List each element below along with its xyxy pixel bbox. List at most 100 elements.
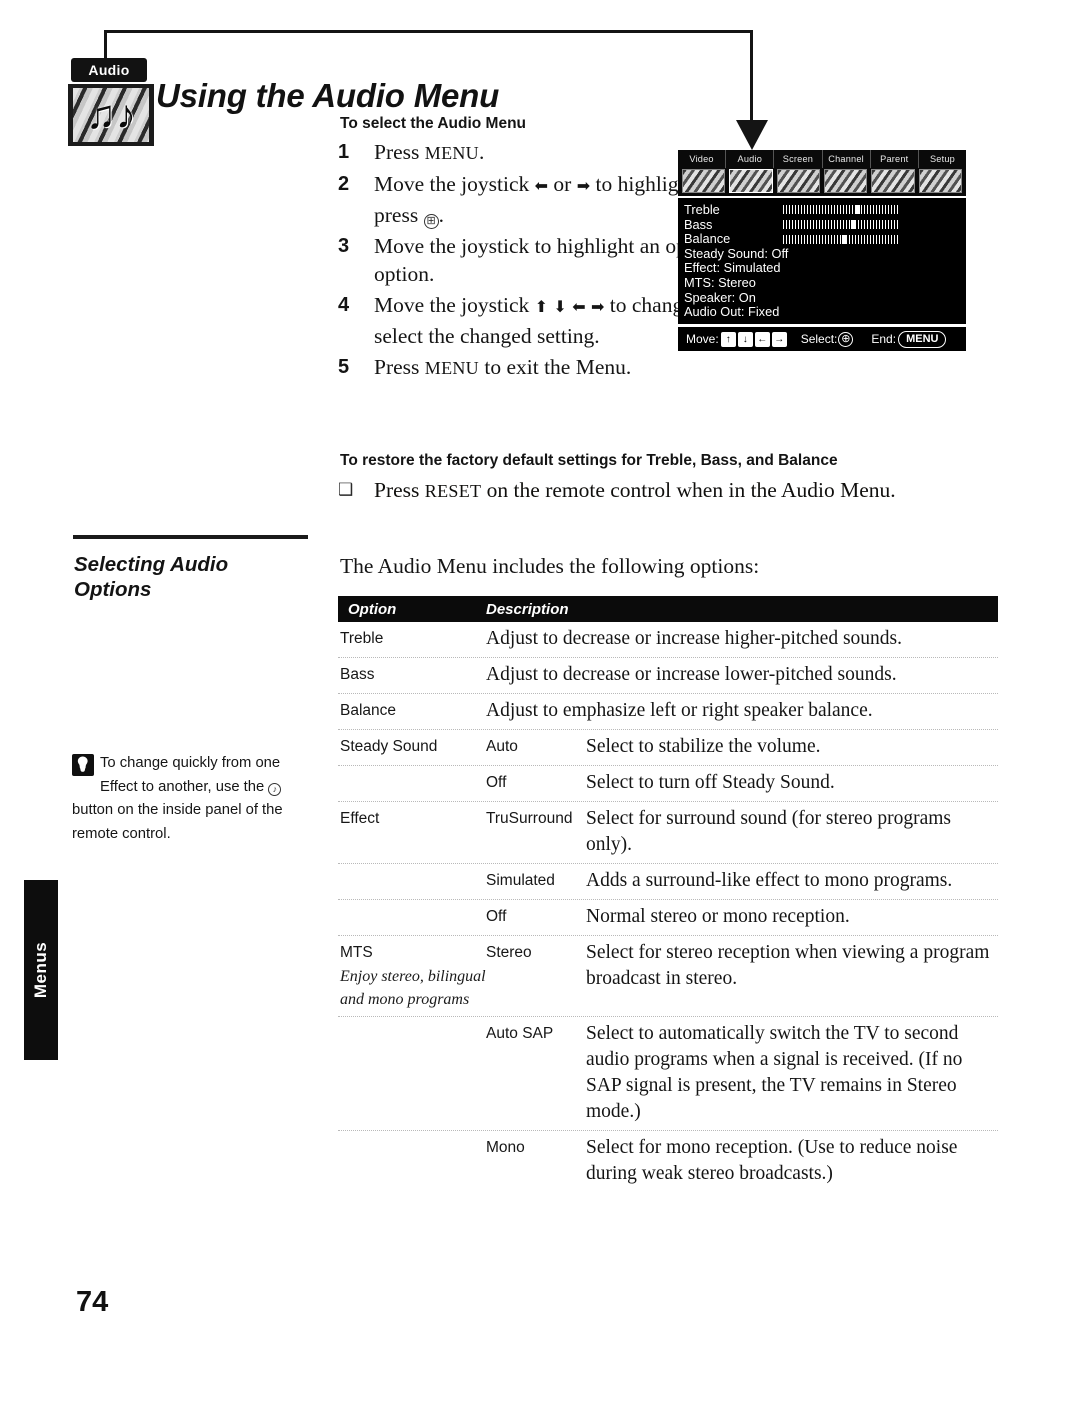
osd-tab-screen[interactable]: Screen — [774, 150, 823, 168]
arrow-left-icon: ⬅ — [572, 298, 586, 316]
column-header-option: Option — [348, 600, 397, 618]
callout-bracket-top-rule — [104, 30, 753, 33]
cell-value: Simulated — [486, 872, 555, 889]
audio-section-badge: Audio ♫♪ — [68, 58, 154, 146]
cell-option: Treble — [340, 630, 384, 647]
column-header-description: Description — [486, 600, 569, 618]
step-number: 5 — [338, 355, 350, 378]
table-row: Balance Adjust to emphasize left or righ… — [338, 694, 998, 730]
cell-description: Select for stereo reception when viewing… — [586, 942, 990, 989]
arrow-right-icon: ➡ — [576, 177, 591, 195]
table-row: MTS Enjoy stereo, bilingual and mono pro… — [338, 936, 998, 1017]
osd-row-audio-out[interactable]: Audio Out: Fixed — [684, 305, 966, 320]
music-notes-icon: ♫♪ — [86, 92, 136, 137]
osd-move-keys: ↑ ↓ ← → — [720, 331, 787, 347]
osd-slider-balance[interactable] — [783, 234, 898, 245]
cell-description: Normal stereo or mono reception. — [586, 906, 850, 927]
osd-tab-video[interactable]: Video — [678, 150, 727, 168]
arrow-right-icon: ➡ — [590, 298, 605, 316]
table-row: Bass Adjust to decrease or increase lowe… — [338, 658, 998, 694]
osd-icon-audio[interactable] — [729, 169, 773, 193]
section-heading: Selecting Audio Options — [74, 552, 324, 602]
cell-option: Balance — [340, 702, 397, 719]
osd-icon-bar — [678, 168, 966, 196]
audio-options-table: Option Description Treble Adjust to decr… — [338, 596, 998, 1192]
tip-text-before: To change quickly from one Effect to ano… — [100, 755, 281, 795]
chapter-thumb-tab-label: Menus — [31, 941, 50, 999]
table-intro-text: The Audio Menu includes the following op… — [340, 554, 760, 578]
arrow-left-icon: ⬅ — [534, 177, 549, 195]
cell-description: Adjust to decrease or increase higher-pi… — [486, 628, 903, 649]
table-header-row: Option Description — [338, 596, 998, 622]
step-text: Press MENU. — [374, 140, 485, 164]
osd-row-speaker[interactable]: Speaker: On — [684, 290, 966, 306]
manual-page: Audio ♫♪ Using the Audio Menu To select … — [0, 0, 1080, 1402]
cell-description: Select to automatically switch the TV to… — [586, 1023, 963, 1122]
osd-row-mts[interactable]: MTS: Stereo — [684, 275, 966, 291]
osd-tab-bar: Video Audio Screen Channel Parent Setup — [678, 150, 966, 168]
osd-icon-setup[interactable] — [918, 169, 962, 193]
page-title: Using the Audio Menu — [156, 77, 500, 115]
tip-note: To change quickly from one Effect to ano… — [72, 752, 317, 846]
osd-tab-audio[interactable]: Audio — [726, 150, 775, 168]
osd-end-label: End: — [871, 332, 897, 346]
osd-tab-channel[interactable]: Channel — [823, 150, 871, 168]
cell-option-main: MTS — [340, 944, 373, 961]
osd-slider-bass[interactable] — [783, 219, 898, 230]
osd-row-effect[interactable]: Effect: Simulated — [684, 261, 966, 276]
osd-move-label: Move: — [686, 332, 719, 346]
arrow-up-icon: ⬆ — [534, 298, 549, 316]
osd-menu-button[interactable]: MENU — [898, 330, 947, 348]
osd-select-glyph-icon: ⊕ — [838, 331, 854, 347]
cell-description: Adds a surround-like effect to mono prog… — [586, 870, 953, 891]
osd-slider-treble[interactable] — [783, 204, 898, 215]
lightbulb-tip-icon — [72, 754, 94, 776]
cell-description: Select for mono reception. (Use to reduc… — [586, 1137, 958, 1184]
step-text: Press MENU to exit the Menu. — [374, 354, 632, 379]
table-row: Off Select to turn off Steady Sound. — [338, 766, 998, 802]
callout-bracket-left-stem — [104, 30, 107, 58]
cell-description: Select for surround sound (for stereo pr… — [586, 808, 951, 855]
tip-text-after: button on the inside panel of the remote… — [72, 802, 283, 842]
cell-value: Off — [486, 774, 507, 791]
cell-description: Select to turn off Steady Sound. — [586, 772, 835, 793]
osd-tab-setup[interactable]: Setup — [919, 150, 966, 168]
step-number: 4 — [338, 293, 350, 316]
reset-heading: To restore the factory default settings … — [340, 452, 838, 469]
osd-key-up[interactable]: ↑ — [720, 331, 736, 347]
cell-value: Stereo — [486, 944, 532, 961]
osd-tab-parent[interactable]: Parent — [871, 150, 919, 168]
callout-bracket-right-stem — [750, 30, 753, 125]
osd-icon-screen[interactable] — [776, 169, 820, 193]
osd-icon-video[interactable] — [682, 169, 726, 193]
audio-badge-label: Audio — [88, 62, 130, 78]
osd-icon-parent[interactable] — [871, 169, 915, 193]
cell-value: Auto — [486, 738, 518, 755]
osd-select-label: Select: — [800, 332, 838, 346]
osd-icon-channel[interactable] — [823, 169, 868, 193]
table-row: Treble Adjust to decrease or increase hi… — [338, 622, 998, 658]
cell-option: Bass — [340, 666, 375, 683]
cell-option-note: Enjoy stereo, bilingual and mono program… — [340, 968, 486, 1008]
page-number: 74 — [76, 1286, 109, 1318]
table-row: Steady Sound Auto Select to stabilize th… — [338, 730, 998, 766]
table-row: Auto SAP Select to automatically switch … — [338, 1017, 998, 1131]
list-item: 5 Press MENU to exit the Menu. — [338, 353, 913, 383]
osd-key-right[interactable]: → — [771, 331, 787, 347]
osd-row-steady-sound[interactable]: Steady Sound: Off — [684, 246, 966, 262]
square-bullet-icon: ❑ — [338, 480, 354, 499]
osd-key-down[interactable]: ↓ — [737, 331, 753, 347]
cell-option: MTS Enjoy stereo, bilingual and mono pro… — [338, 940, 486, 1011]
osd-footer-bar: Move: ↑ ↓ ← → Select: ⊕ End: MENU — [678, 327, 966, 351]
cell-value: TruSurround — [486, 810, 573, 827]
cell-value: Auto SAP — [486, 1025, 554, 1042]
procedure-heading: To select the Audio Menu — [340, 115, 527, 132]
effect-button-icon: ♪ — [268, 782, 282, 796]
arrow-down-icon: ⬇ — [553, 298, 567, 316]
section-heading-line2: Options — [74, 578, 152, 601]
cell-description: Select to stabilize the volume. — [586, 736, 821, 757]
osd-key-left[interactable]: ← — [754, 331, 770, 347]
osd-option-list: Treble Bass Balance Steady Sound: Off Ef… — [678, 198, 966, 324]
audio-badge-caption: Audio — [71, 58, 147, 82]
section-heading-line1: Selecting Audio — [74, 553, 229, 576]
